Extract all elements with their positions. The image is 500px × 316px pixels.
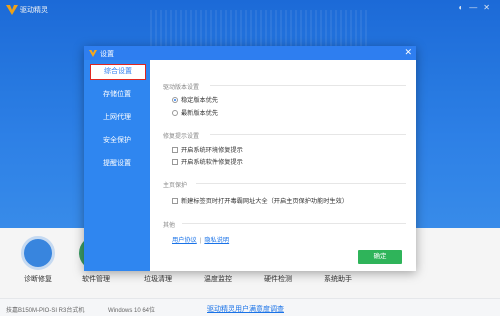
divider [182, 223, 406, 224]
divider [196, 183, 406, 184]
other-links: 用户协议 | 隐私说明 [172, 235, 229, 244]
os-version: Windows 10 64位 [108, 308, 156, 314]
option-label: 新建标签页时打开毒霸网址大全（开启主页保护功能时生效） [181, 198, 349, 205]
link-separator: | [199, 237, 202, 244]
radio-stable-first[interactable]: 稳定版本优先 [172, 95, 218, 104]
checkbox-icon [172, 146, 178, 153]
privacy-policy-link[interactable]: 隐私说明 [204, 237, 229, 244]
settings-content: 驱动版本设置 稳定版本优先 最新版本优先 修复提示设置 开启系统环境修复提示 开… [150, 60, 416, 271]
checkbox-new-tab-homepage[interactable]: 新建标签页时打开毒霸网址大全（开启主页保护功能时生效） [172, 196, 348, 205]
nav-item-reminder[interactable]: 提醒设置 [84, 156, 150, 172]
radio-icon [172, 109, 178, 116]
survey-link[interactable]: 驱动精灵用户满意度调查 [207, 304, 284, 314]
dialog-body: 综合设置 存储位置 上网代理 安全保护 提醒设置 驱动版本设置 稳定版本优先 最… [84, 60, 416, 271]
section-title-other: 其他 [163, 223, 176, 229]
option-label: 稳定版本优先 [181, 97, 219, 104]
checkbox-env-repair[interactable]: 开启系统环境修复提示 [172, 145, 243, 154]
section-title-driver-version: 驱动版本设置 [163, 85, 200, 91]
ok-button[interactable]: 确定 [358, 250, 402, 264]
dialog-title: 设置 [100, 51, 114, 58]
settings-dialog: 设置 ✕ 综合设置 存储位置 上网代理 安全保护 提醒设置 驱动版本设置 稳定版… [84, 46, 416, 271]
app-logo-icon [89, 50, 97, 57]
machine-model: 技嘉B150M-PIO-SI R3台式机 [6, 308, 85, 314]
option-label: 开启系统环境修复提示 [181, 147, 243, 154]
close-icon[interactable]: ✕ [404, 47, 412, 58]
dialog-titlebar: 设置 ✕ [84, 46, 416, 60]
status-bar: 技嘉B150M-PIO-SI R3台式机 Windows 10 64位 驱动精灵… [0, 298, 500, 316]
section-title-repair: 修复提示设置 [163, 134, 200, 140]
section-title-homepage: 主页保护 [163, 183, 188, 189]
checkbox-software-repair[interactable]: 开启系统软件修复提示 [172, 157, 243, 166]
checkbox-icon [172, 197, 178, 204]
nav-item-storage[interactable]: 存储位置 [84, 87, 150, 103]
nav-item-security[interactable]: 安全保护 [84, 133, 150, 149]
divider [210, 134, 406, 135]
nav-item-general[interactable]: 综合设置 [90, 64, 146, 80]
checkbox-icon [172, 158, 178, 165]
divider [210, 85, 406, 86]
nav-item-proxy[interactable]: 上网代理 [84, 110, 150, 126]
user-agreement-link[interactable]: 用户协议 [172, 237, 197, 244]
settings-nav: 综合设置 存储位置 上网代理 安全保护 提醒设置 [84, 60, 150, 271]
option-label: 最新版本优先 [181, 110, 219, 117]
radio-latest-first[interactable]: 最新版本优先 [172, 108, 218, 117]
radio-selected-icon [172, 96, 178, 103]
option-label: 开启系统软件修复提示 [181, 159, 243, 166]
